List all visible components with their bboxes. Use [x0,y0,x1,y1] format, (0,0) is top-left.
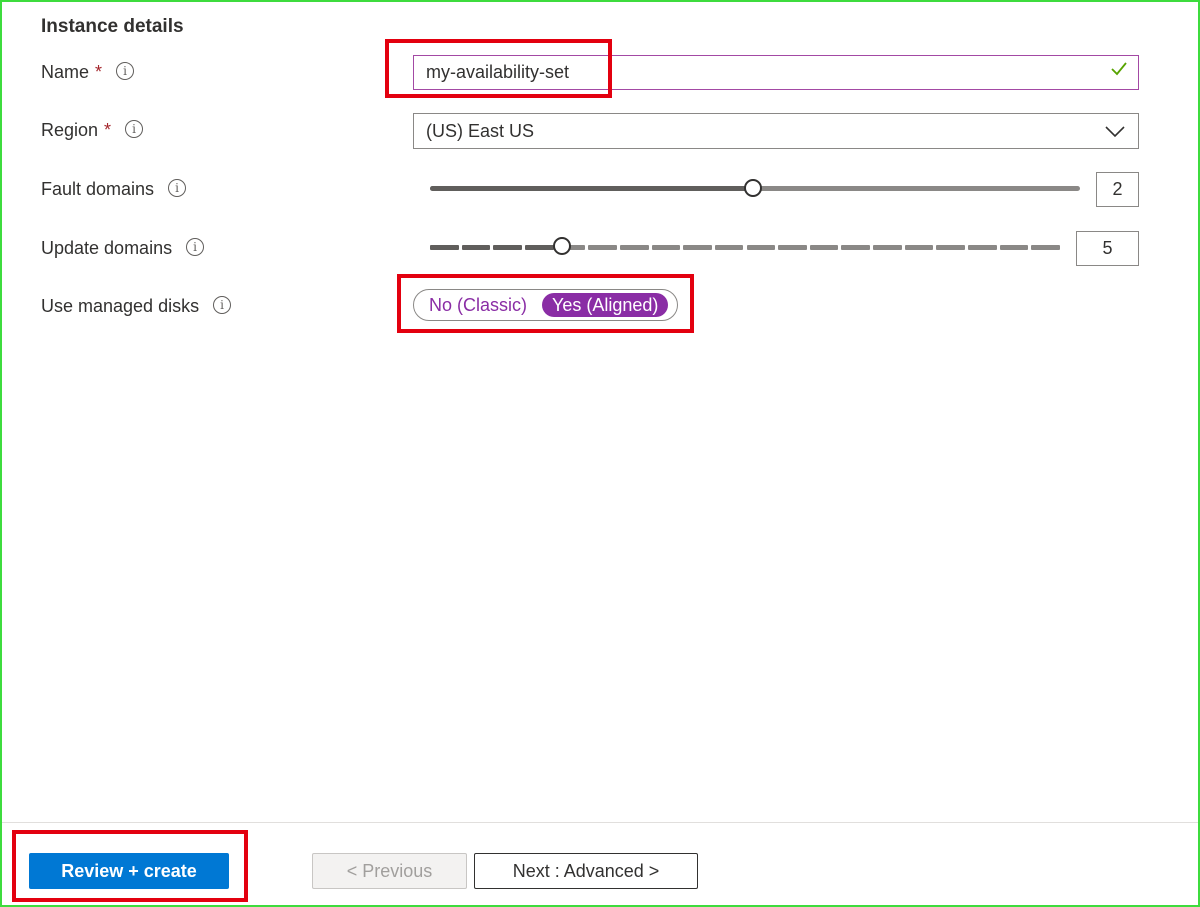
update-domains-segment [873,245,902,250]
info-icon[interactable]: i [213,296,232,315]
update-domains-segment [430,245,459,250]
update-domains-slider-thumb[interactable] [553,237,571,255]
update-domains-value[interactable]: 5 [1076,231,1139,266]
update-domains-segment [999,245,1029,250]
update-domains-segment [714,245,744,250]
previous-button[interactable]: < Previous [312,853,467,889]
info-icon[interactable]: i [186,238,205,257]
update-domains-segment [651,245,681,250]
update-domains-segment [778,245,807,250]
update-domains-segment [588,245,617,250]
info-icon[interactable]: i [125,120,144,139]
info-icon[interactable]: i [116,62,135,81]
highlight-box-review [12,830,248,902]
update-domains-segment [936,245,966,250]
next-advanced-button[interactable]: Next : Advanced > [474,853,698,889]
update-domains-segment [493,245,522,250]
highlight-box-managed-disks [397,274,694,333]
update-domains-segment [968,245,997,250]
update-domains-label: Update domains [41,238,173,258]
update-domains-segment [619,245,649,250]
update-domains-segment [809,245,839,250]
fault-domains-value[interactable]: 2 [1096,172,1139,207]
required-marker: * [95,62,103,82]
update-domains-segment [683,245,712,250]
region-value: (US) East US [426,120,535,141]
update-domains-slider-track[interactable] [430,245,1060,250]
info-icon[interactable]: i [168,179,187,198]
checkmark-icon [1110,60,1128,84]
region-dropdown[interactable]: (US) East US [413,113,1139,149]
required-marker: * [104,120,112,140]
update-domains-segment [746,245,776,250]
fault-domains-slider-thumb[interactable] [744,179,762,197]
update-domains-segment [461,245,491,250]
managed-disks-label: Use managed disks [41,296,200,316]
fault-domains-label: Fault domains [41,179,155,199]
update-domains-segment [524,245,554,250]
section-title: Instance details [41,16,184,37]
fault-domains-label-row: Fault domains i [41,179,187,200]
name-label-row: Name * i [41,62,135,83]
region-label-row: Region * i [41,120,144,141]
update-domains-segment [1031,245,1060,250]
update-domains-label-row: Update domains i [41,238,205,259]
footer-divider [2,822,1198,823]
chevron-down-icon [1104,120,1126,147]
highlight-box-name [385,39,612,98]
update-domains-segment [841,245,871,250]
update-domains-segment [904,245,934,250]
managed-disks-label-row: Use managed disks i [41,296,232,317]
name-label: Name [41,62,90,82]
region-label: Region [41,120,99,140]
fault-domains-slider-fill [430,186,754,191]
